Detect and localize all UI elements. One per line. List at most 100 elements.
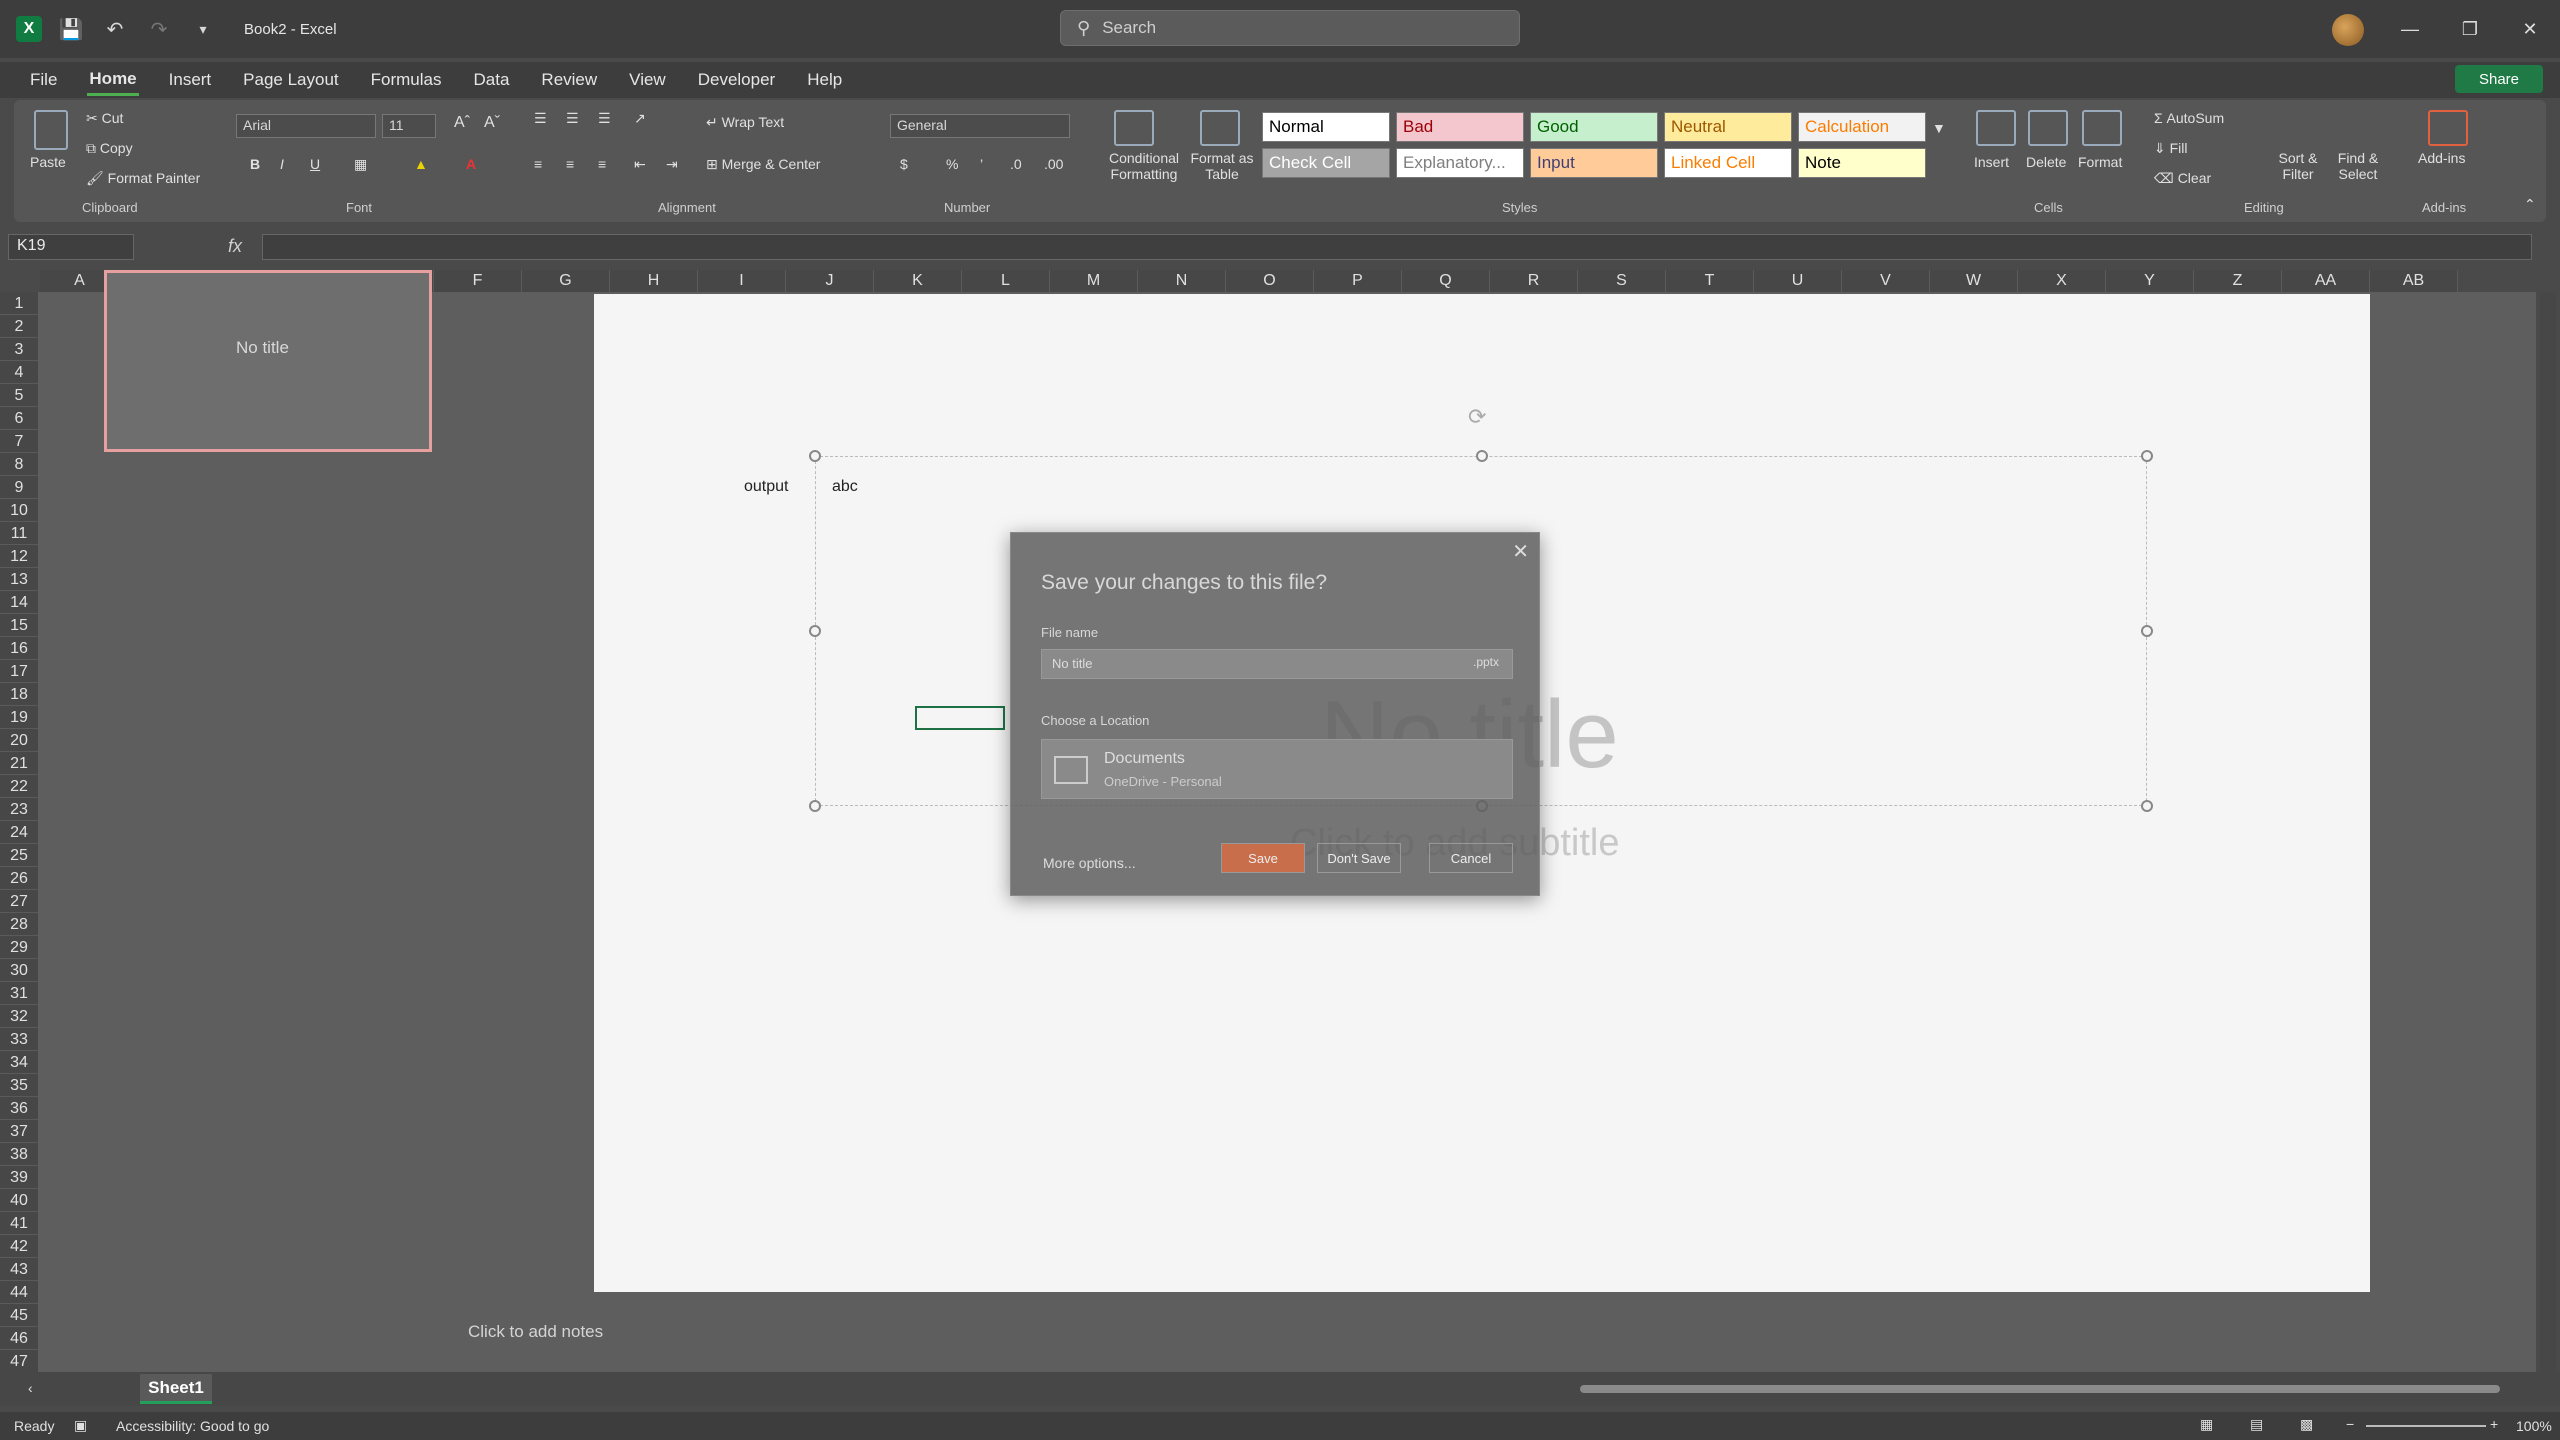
number-format-select[interactable]: General [890,114,1070,138]
merge-center-button[interactable]: ⊞ Merge & Center [706,156,820,173]
column-header-aa[interactable]: AA [2282,270,2370,292]
column-header-s[interactable]: S [1578,270,1666,292]
column-header-g[interactable]: G [522,270,610,292]
row-header-33[interactable]: 33 [0,1028,38,1051]
resize-handle[interactable] [2141,625,2153,637]
decrease-decimal-icon[interactable]: .00 [1044,156,1063,172]
prev-sheet-icon[interactable]: ‹ [28,1380,33,1396]
row-header-18[interactable]: 18 [0,683,38,706]
close-icon[interactable]: ✕ [1512,539,1529,564]
row-header-27[interactable]: 27 [0,890,38,913]
currency-icon[interactable]: $ [900,156,908,172]
row-header-7[interactable]: 7 [0,430,38,453]
cut-button[interactable]: ✂ Cut [86,110,123,127]
column-header-t[interactable]: T [1666,270,1754,292]
row-header-17[interactable]: 17 [0,660,38,683]
more-options-link[interactable]: More options... [1043,855,1136,871]
align-bottom-icon[interactable]: ☰ [598,110,611,127]
row-header-28[interactable]: 28 [0,913,38,936]
column-header-v[interactable]: V [1842,270,1930,292]
column-header-n[interactable]: N [1138,270,1226,292]
shrink-font-icon[interactable]: Aˇ [484,114,500,132]
cell-style-input[interactable]: Input [1530,148,1658,178]
row-header-47[interactable]: 47 [0,1350,38,1373]
row-header-13[interactable]: 13 [0,568,38,591]
format-cells-button[interactable]: Format [2078,154,2122,170]
orientation-icon[interactable]: ↗ [634,110,646,127]
column-header-w[interactable]: W [1930,270,2018,292]
row-header-21[interactable]: 21 [0,752,38,775]
zoom-slider[interactable] [2366,1425,2486,1427]
align-left-icon[interactable]: ≡ [534,156,542,172]
page-layout-view-icon[interactable]: ▤ [2250,1416,2263,1433]
resize-handle[interactable] [2141,450,2153,462]
cell-style-good[interactable]: Good [1530,112,1658,142]
fill-button[interactable]: ⇓ Fill [2154,140,2188,157]
row-header-40[interactable]: 40 [0,1189,38,1212]
align-top-icon[interactable]: ☰ [534,110,547,127]
font-size-select[interactable]: 11 [382,114,436,138]
accessibility-status[interactable]: Accessibility: Good to go [116,1418,269,1434]
underline-icon[interactable]: U [310,156,320,172]
cell-style-check-cell[interactable]: Check Cell [1262,148,1390,178]
column-header-f[interactable]: F [434,270,522,292]
bold-icon[interactable]: B [250,156,260,172]
row-header-32[interactable]: 32 [0,1005,38,1028]
name-box[interactable]: K19 [8,234,134,260]
column-header-q[interactable]: Q [1402,270,1490,292]
restore-icon[interactable]: ❐ [2455,14,2485,44]
row-header-20[interactable]: 20 [0,729,38,752]
copy-button[interactable]: ⧉ Copy [86,140,133,157]
row-header-38[interactable]: 38 [0,1143,38,1166]
insert-cells-button[interactable]: Insert [1974,154,2009,170]
sort-filter-button[interactable]: Sort & Filter [2266,150,2330,182]
row-header-3[interactable]: 3 [0,338,38,361]
minimize-icon[interactable]: — [2395,14,2425,44]
cell-style-calculation[interactable]: Calculation [1798,112,1926,142]
notes-placeholder[interactable]: Click to add notes [468,1322,603,1342]
tab-view[interactable]: View [627,66,668,94]
row-header-45[interactable]: 45 [0,1304,38,1327]
row-header-42[interactable]: 42 [0,1235,38,1258]
collapse-ribbon-icon[interactable]: ⌃ [2524,196,2536,213]
grow-font-icon[interactable]: Aˆ [454,114,470,132]
cell-style-neutral[interactable]: Neutral [1664,112,1792,142]
zoom-level[interactable]: 100% [2516,1418,2552,1434]
format-as-table-button[interactable]: Format as Table [1184,150,1260,182]
fill-color-icon[interactable]: ▲ [414,156,428,172]
format-painter-button[interactable]: 🖌 Format Painter [86,170,200,187]
row-header-1[interactable]: 1 [0,292,38,315]
rotate-handle-icon[interactable]: ⟳ [1468,404,1486,430]
align-middle-icon[interactable]: ☰ [566,110,579,127]
increase-decimal-icon[interactable]: .0 [1010,156,1022,172]
tab-developer[interactable]: Developer [696,66,778,94]
close-icon[interactable]: ✕ [2515,14,2545,44]
vertical-scrollbar[interactable] [2540,292,2556,1372]
cancel-button[interactable]: Cancel [1429,843,1513,873]
row-header-2[interactable]: 2 [0,315,38,338]
find-select-button[interactable]: Find & Select [2326,150,2390,182]
file-name-input[interactable]: No title [1041,649,1513,679]
styles-scroll-icon[interactable]: ▼ [1932,120,1946,136]
row-header-36[interactable]: 36 [0,1097,38,1120]
conditional-formatting-icon[interactable] [1114,110,1154,146]
increase-indent-icon[interactable]: ⇥ [666,156,678,173]
column-header-y[interactable]: Y [2106,270,2194,292]
comma-icon[interactable]: ’ [980,156,983,172]
customize-qat-icon[interactable]: ▾ [188,14,218,44]
column-header-ab[interactable]: AB [2370,270,2458,292]
row-header-35[interactable]: 35 [0,1074,38,1097]
row-header-15[interactable]: 15 [0,614,38,637]
delete-cells-icon[interactable] [2028,110,2068,146]
resize-handle[interactable] [809,800,821,812]
row-header-12[interactable]: 12 [0,545,38,568]
column-header-o[interactable]: O [1226,270,1314,292]
page-break-view-icon[interactable]: ▩ [2300,1416,2313,1433]
cell-style-bad[interactable]: Bad [1396,112,1524,142]
column-header-k[interactable]: K [874,270,962,292]
italic-icon[interactable]: I [280,156,284,172]
add-ins-button[interactable]: Add-ins [2418,150,2465,166]
formula-input[interactable] [262,234,2532,260]
cell-i9[interactable]: output [744,478,788,496]
row-header-19[interactable]: 19 [0,706,38,729]
